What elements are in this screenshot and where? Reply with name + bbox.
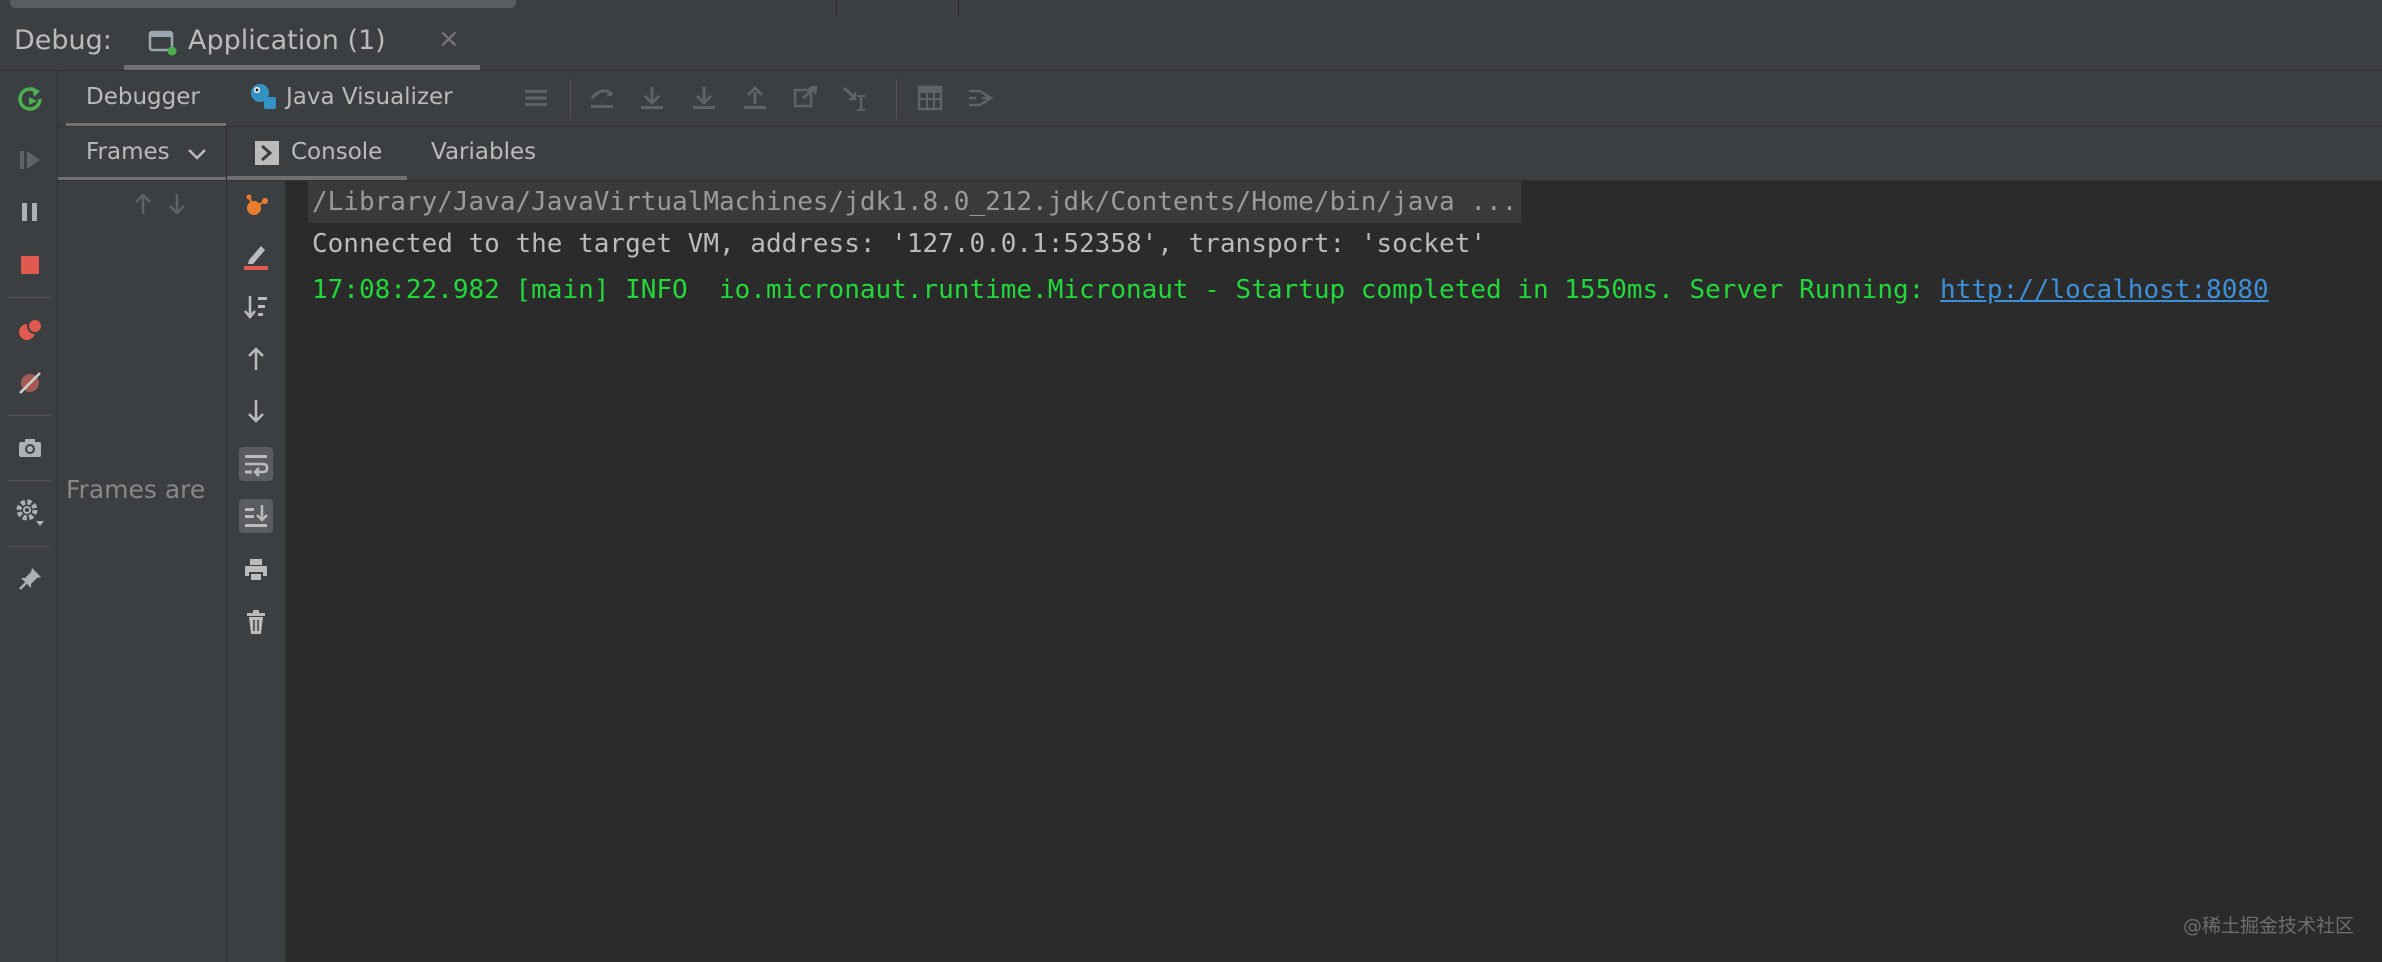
console-info-text: 17:08:22.982 [main] INFO io.micronaut.ru… xyxy=(312,275,1940,305)
java-visualizer-icon xyxy=(248,81,280,119)
arrow-down-icon[interactable] xyxy=(164,191,190,221)
frames-header-label: Frames xyxy=(86,139,170,165)
console-command-line[interactable]: /Library/Java/JavaVirtualMachines/jdk1.8… xyxy=(308,181,1522,223)
clear-highlight-icon[interactable] xyxy=(239,238,273,272)
top-editor-strip xyxy=(0,0,2382,17)
editor-scrollbar-thumb[interactable] xyxy=(10,0,516,8)
debug-title-bar: Debug: Application (1) × xyxy=(0,16,2382,71)
application-run-icon xyxy=(148,30,178,60)
step-into-icon[interactable] xyxy=(688,82,720,114)
pin-icon[interactable] xyxy=(14,563,46,595)
view-breakpoints-icon[interactable] xyxy=(14,314,46,346)
server-url-link[interactable]: http://localhost:8080 xyxy=(1940,275,2269,305)
print-icon[interactable] xyxy=(239,553,273,587)
show-execution-point-icon[interactable] xyxy=(586,82,618,114)
pause-icon[interactable] xyxy=(14,196,46,228)
arrow-up-icon[interactable] xyxy=(239,342,273,376)
step-over-icon[interactable] xyxy=(636,82,668,114)
divider xyxy=(958,0,959,16)
rerun-icon[interactable] xyxy=(14,83,46,115)
run-to-cursor-icon[interactable] xyxy=(839,82,871,114)
console-output[interactable]: /Library/Java/JavaVirtualMachines/jdk1.8… xyxy=(286,181,2382,962)
tab-selected-underline xyxy=(227,176,407,180)
console-side-toolbar xyxy=(227,181,286,962)
debug-left-toolbar xyxy=(0,71,58,962)
camera-icon[interactable] xyxy=(14,432,46,464)
chevron-down-icon[interactable] xyxy=(186,143,208,171)
divider xyxy=(836,0,837,16)
resume-icon[interactable] xyxy=(14,144,46,176)
tab-application[interactable]: Application (1) × xyxy=(124,16,480,70)
evaluate-expression-icon[interactable] xyxy=(914,82,946,114)
settings-gear-icon[interactable] xyxy=(14,497,46,529)
sort-down-icon[interactable] xyxy=(239,290,273,324)
toolbar-separator xyxy=(896,79,897,119)
soft-wrap-icon[interactable] xyxy=(239,447,273,481)
debug-label: Debug: xyxy=(14,25,112,56)
scroll-to-end-icon[interactable] xyxy=(239,499,273,533)
toolbar-separator xyxy=(8,297,50,298)
frames-empty-message: Frames are xyxy=(66,475,206,504)
tab-console-label: Console xyxy=(291,139,383,165)
drop-frame-icon[interactable] xyxy=(789,82,821,114)
arrow-down-icon[interactable] xyxy=(239,394,273,428)
toolbar-separator xyxy=(8,546,50,547)
tab-java-visualizer-label: Java Visualizer xyxy=(286,84,453,110)
watermark: @稀土掘金技术社区 xyxy=(2182,915,2354,937)
toolbar-separator xyxy=(570,79,571,119)
mute-breakpoints-icon[interactable] xyxy=(14,367,46,399)
debugger-process-icon[interactable] xyxy=(239,189,273,223)
close-icon[interactable]: × xyxy=(438,24,460,54)
tab-console[interactable]: Console xyxy=(227,127,407,180)
tab-application-label: Application (1) xyxy=(188,25,386,56)
tab-selected-underline xyxy=(124,65,480,70)
arrow-up-icon[interactable] xyxy=(130,191,156,221)
console-info-line: 17:08:22.982 [main] INFO io.micronaut.ru… xyxy=(312,275,2269,305)
layout-menu-icon[interactable] xyxy=(520,82,552,114)
trace-current-stream-icon[interactable] xyxy=(964,82,996,114)
step-out-icon[interactable] xyxy=(739,82,771,114)
debugger-toolbar: Debugger Java Visualizer xyxy=(58,71,2382,127)
frames-header[interactable]: Frames xyxy=(58,127,226,181)
tab-debugger[interactable]: Debugger xyxy=(58,71,226,126)
tab-selected-underline xyxy=(66,123,226,126)
frames-panel: Frames are xyxy=(58,181,227,962)
toolbar-separator xyxy=(8,415,50,416)
trash-icon[interactable] xyxy=(239,605,273,639)
stop-icon[interactable] xyxy=(14,249,46,281)
tab-variables-label: Variables xyxy=(431,139,537,165)
console-tab-bar: Console Variables xyxy=(227,127,2382,181)
tab-debugger-label: Debugger xyxy=(86,84,200,110)
console-icon xyxy=(255,141,279,165)
frames-selected-underline xyxy=(58,177,226,180)
toolbar-separator xyxy=(8,480,50,481)
console-connected-line: Connected to the target VM, address: '12… xyxy=(312,229,1486,259)
